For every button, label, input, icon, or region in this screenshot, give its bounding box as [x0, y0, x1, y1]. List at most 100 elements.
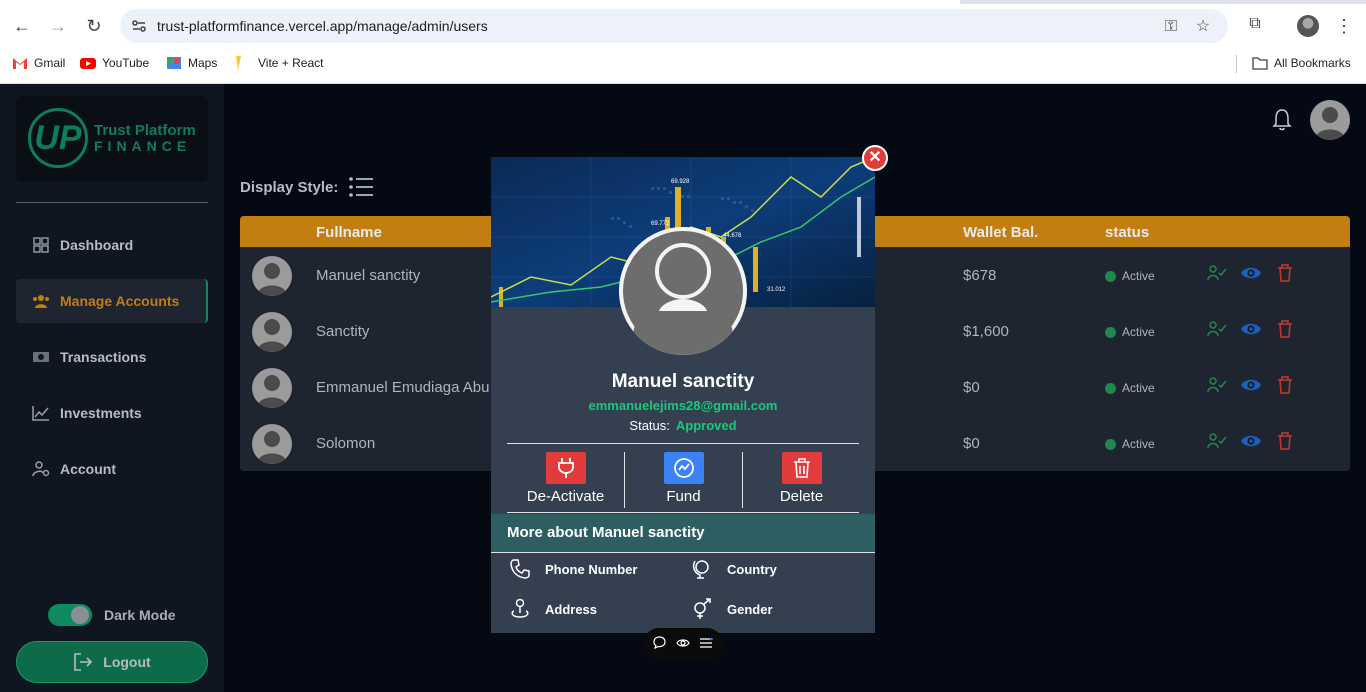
sidebar-item-label: Account [60, 461, 116, 477]
approve-user-icon[interactable] [1206, 262, 1228, 284]
dark-mode-toggle[interactable]: Dark Mode [48, 604, 176, 626]
modal-avatar [619, 227, 747, 355]
divider [507, 512, 859, 513]
menu-lines-icon[interactable] [699, 637, 714, 652]
plug-icon [545, 452, 586, 484]
fund-icon [663, 452, 704, 484]
logout-button[interactable]: Logout [16, 641, 208, 683]
display-style: Display Style: [240, 176, 374, 198]
tab-strip [0, 0, 1366, 4]
phone-icon [509, 558, 531, 580]
chart-icon [32, 404, 50, 422]
modal-user-name: Manuel sanctity [611, 371, 755, 392]
more-about-header: More about Manuel sanctity [491, 514, 875, 553]
modal-user-email: emmanuelejims28@gmail.com [588, 398, 778, 413]
eye-icon[interactable] [675, 637, 690, 652]
profile-avatar[interactable] [1297, 15, 1319, 37]
header-fullname: Fullname [316, 224, 382, 241]
extensions-icon[interactable]: ⧉ [1244, 15, 1266, 37]
sidebar-item-account[interactable]: Account [16, 447, 208, 491]
logo[interactable]: UP Trust Platform FINANCE [16, 96, 208, 182]
sidebar-item-label: Investments [60, 405, 142, 421]
user-avatar[interactable] [1310, 100, 1350, 140]
sidebar-divider [16, 202, 208, 203]
wallet-balance: $0 [963, 435, 980, 452]
youtube-icon [80, 58, 96, 69]
bookmark-vite[interactable]: Vite + React [232, 56, 323, 70]
display-style-label: Display Style: [240, 178, 339, 196]
approve-user-icon[interactable] [1206, 318, 1228, 340]
user-name: Solomon [316, 435, 376, 452]
row-actions [1206, 374, 1296, 396]
approve-user-icon[interactable] [1206, 374, 1228, 396]
deactivate-button[interactable]: De-Activate [507, 452, 624, 508]
bookmark-separator [1236, 55, 1237, 73]
menu-icon[interactable]: ⋮ [1334, 14, 1354, 38]
address-bar[interactable]: trust-platformfinance.vercel.app/manage/… [120, 9, 1228, 43]
sidebar-item-transactions[interactable]: Transactions [16, 335, 208, 379]
sidebar-item-manage-accounts[interactable]: Manage Accounts [16, 279, 208, 323]
avatar [252, 424, 292, 464]
delete-button[interactable]: Delete [743, 452, 860, 508]
phone-field: Phone Number [509, 558, 637, 580]
site-info-icon[interactable] [130, 17, 148, 35]
vite-icon [236, 56, 241, 70]
bookmark-youtube[interactable]: YouTube [80, 56, 149, 70]
list-view-icon[interactable] [348, 176, 374, 198]
sidebar-item-dashboard[interactable]: Dashboard [16, 223, 208, 267]
status-badge: Active [1105, 325, 1155, 339]
star-icon[interactable]: ☆ [1194, 18, 1212, 36]
view-icon[interactable] [1240, 318, 1262, 340]
status-badge: Active [1105, 269, 1155, 283]
gender-field: Gender [691, 598, 773, 620]
bookmark-maps[interactable]: Maps [166, 56, 217, 70]
sidebar-item-label: Dashboard [60, 237, 134, 253]
view-icon[interactable] [1240, 262, 1262, 284]
sidebar-item-investments[interactable]: Investments [16, 391, 208, 435]
svg-text:44.678: 44.678 [723, 233, 742, 239]
sidebar-item-label: Manage Accounts [60, 293, 180, 309]
comment-icon[interactable] [653, 636, 666, 652]
forward-icon[interactable]: → [46, 14, 70, 38]
delete-icon[interactable] [1274, 374, 1296, 396]
wallet-balance: $0 [963, 379, 980, 396]
grid-icon [32, 236, 50, 254]
floating-toolbar [643, 628, 723, 660]
gender-icon [691, 598, 713, 620]
header-status: status [1105, 224, 1150, 241]
back-icon[interactable]: ← [10, 14, 34, 38]
svg-text:31.012: 31.012 [767, 287, 786, 293]
delete-icon[interactable] [1274, 430, 1296, 452]
status-badge: Active [1105, 381, 1155, 395]
delete-icon[interactable] [1274, 262, 1296, 284]
key-icon[interactable]: ⚿ [1162, 18, 1180, 36]
logo-subtitle: FINANCE [94, 138, 192, 154]
fund-button[interactable]: Fund [625, 452, 742, 508]
close-modal-icon[interactable]: ✕ [862, 145, 888, 171]
bell-icon[interactable] [1271, 108, 1293, 132]
view-icon[interactable] [1240, 374, 1262, 396]
row-actions [1206, 262, 1296, 284]
users-icon [32, 292, 50, 310]
toggle-switch[interactable] [48, 604, 92, 626]
wallet-balance: $678 [963, 267, 997, 284]
url-text[interactable]: trust-platformfinance.vercel.app/manage/… [157, 18, 488, 34]
trash-icon [781, 452, 822, 484]
wallet-balance: $1,600 [963, 323, 1009, 340]
reload-icon[interactable]: ↻ [82, 14, 106, 38]
view-icon[interactable] [1240, 430, 1262, 452]
all-bookmarks[interactable]: All Bookmarks [1252, 56, 1351, 70]
user-name: Emmanuel Emudiaga Abu [316, 379, 490, 396]
divider [507, 443, 859, 444]
avatar [252, 256, 292, 296]
sidebar-item-label: Transactions [60, 349, 147, 365]
money-icon [32, 348, 50, 366]
user-gear-icon [32, 460, 50, 478]
delete-icon[interactable] [1274, 318, 1296, 340]
logout-icon [74, 653, 93, 671]
bookmark-gmail[interactable]: Gmail [12, 56, 65, 70]
bookmarks-bar: Gmail YouTube Maps Vite + React All Book… [0, 50, 1366, 76]
approve-user-icon[interactable] [1206, 430, 1228, 452]
address-icon [509, 598, 531, 620]
user-name: Sanctity [316, 323, 370, 340]
